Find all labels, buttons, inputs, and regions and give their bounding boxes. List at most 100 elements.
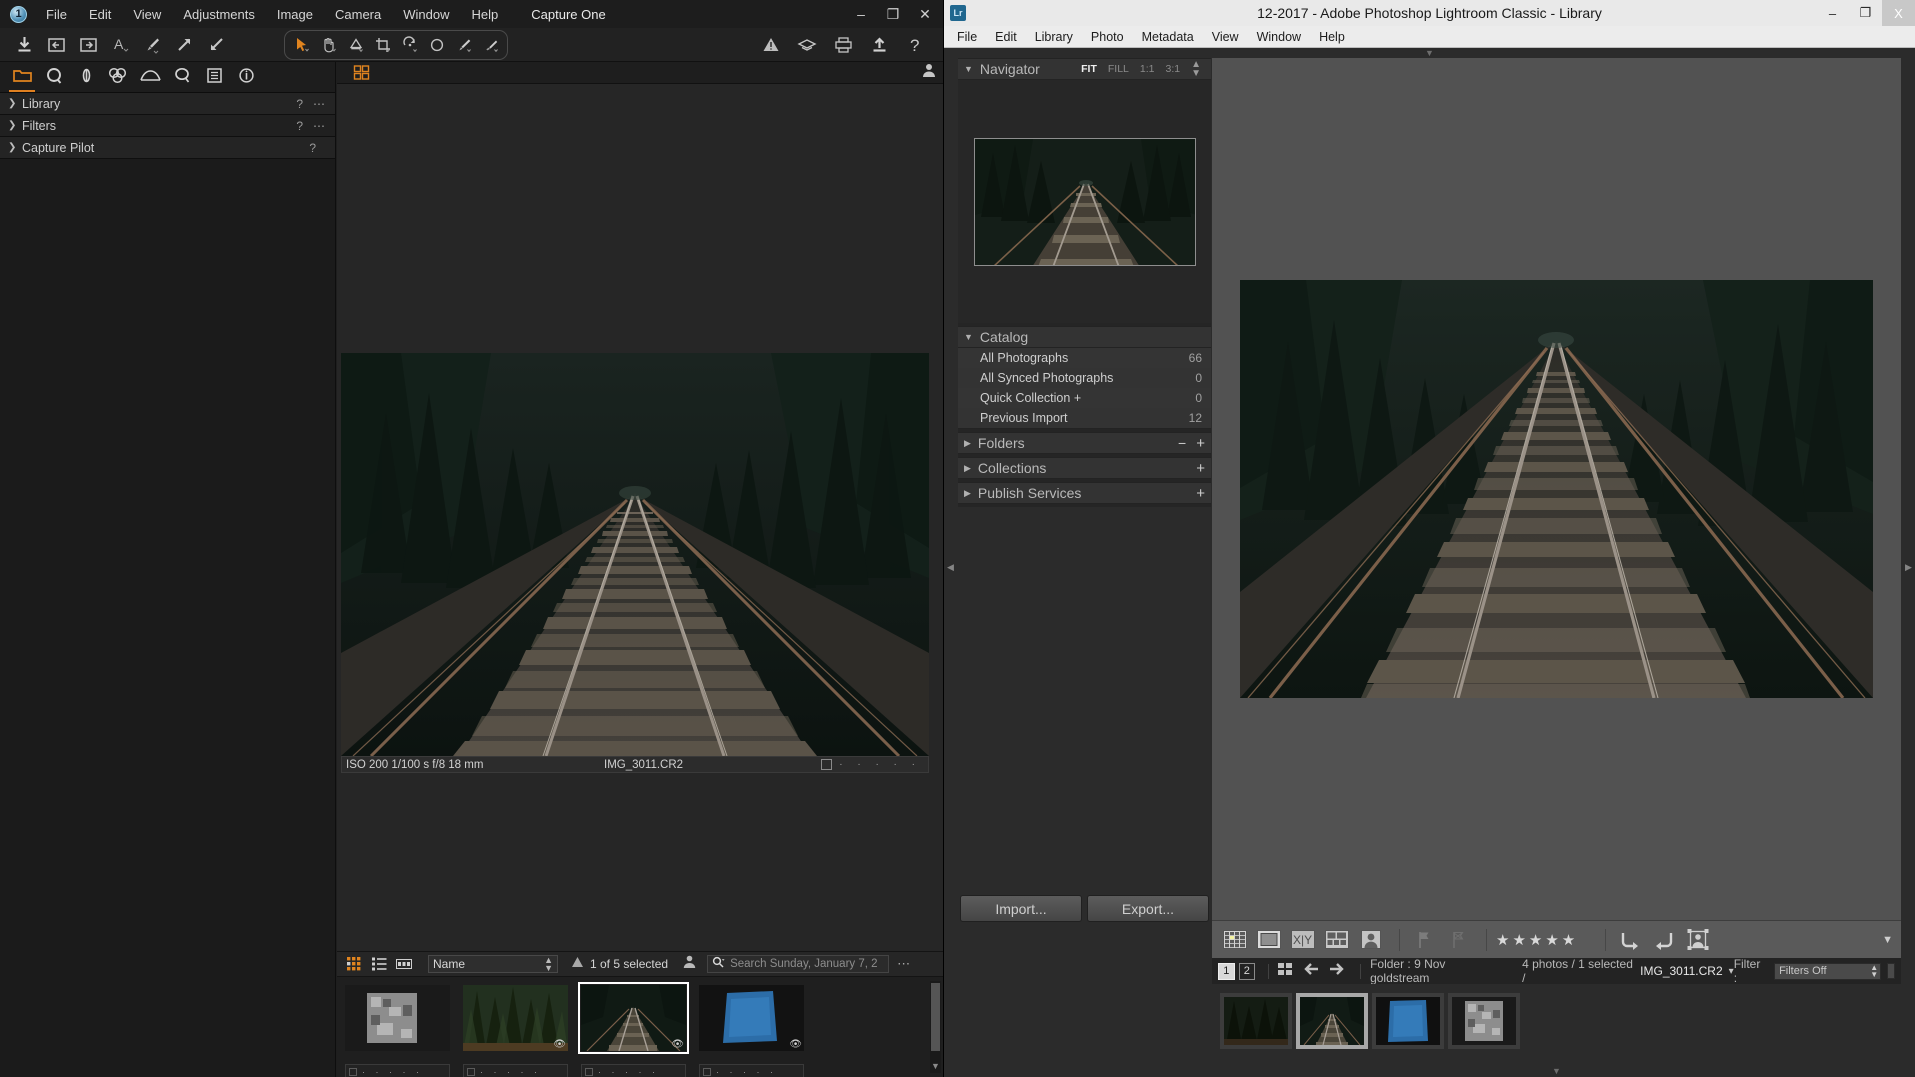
- target-adjust-icon[interactable]: [1683, 928, 1713, 951]
- filter-select[interactable]: Filters Off ▲ ▼: [1774, 962, 1882, 980]
- user-icon[interactable]: [682, 954, 697, 974]
- menu-camera[interactable]: Camera: [324, 4, 392, 25]
- filmstrip-scrollbar[interactable]: ▼: [930, 981, 941, 1073]
- white-balance-picker-icon[interactable]: [342, 32, 369, 58]
- page-button-2[interactable]: 2: [1238, 962, 1256, 980]
- add-publish-service-icon[interactable]: +: [1196, 485, 1205, 502]
- navigator-image[interactable]: [973, 137, 1196, 266]
- menu-library[interactable]: Library: [1026, 28, 1082, 46]
- remove-folder-icon[interactable]: −: [1178, 435, 1186, 451]
- view-variant-icon[interactable]: 👁: [553, 1039, 566, 1050]
- capture-one-viewer[interactable]: ISO 200 1/100 s f/8 18 mm IMG_3011.CR2 ·…: [337, 84, 943, 951]
- survey-view-icon[interactable]: [1322, 928, 1352, 951]
- lightroom-bottom-panel-handle[interactable]: ▼: [1212, 1065, 1901, 1077]
- arrow-down-left-icon[interactable]: [202, 32, 230, 58]
- add-collection-icon[interactable]: +: [1196, 460, 1205, 477]
- menu-metadata[interactable]: Metadata: [1133, 28, 1203, 46]
- menu-adjustments[interactable]: Adjustments: [172, 4, 266, 25]
- compare-view-icon[interactable]: X|Y: [1288, 928, 1318, 951]
- arrow-right-icon[interactable]: [1329, 962, 1345, 981]
- page-button-1[interactable]: 1: [1218, 962, 1235, 980]
- maximize-button[interactable]: ❐: [1849, 0, 1882, 26]
- grid-icon[interactable]: [1278, 962, 1293, 981]
- menu-file[interactable]: File: [948, 28, 986, 46]
- filter-toggle-handle[interactable]: [1887, 963, 1895, 979]
- catalog-row-all-photographs[interactable]: All Photographs 66: [958, 348, 1211, 368]
- flag-reject-icon[interactable]: [1443, 928, 1473, 951]
- triangle-right-icon[interactable]: ▶: [964, 438, 971, 449]
- filmstrip-item-selected[interactable]: [1296, 993, 1368, 1049]
- menu-help[interactable]: Help: [1310, 28, 1354, 46]
- import-icon[interactable]: [10, 32, 38, 58]
- annotation-text-icon[interactable]: A: [106, 32, 134, 58]
- batch-icon[interactable]: [793, 32, 821, 58]
- help-icon[interactable]: ?: [309, 141, 316, 155]
- filmstrip-item[interactable]: [1448, 993, 1520, 1049]
- cursor-select-icon[interactable]: [288, 32, 315, 58]
- menu-photo[interactable]: Photo: [1082, 28, 1133, 46]
- help-icon[interactable]: ?: [901, 32, 929, 58]
- star-rating[interactable]: · · · · ·: [480, 1067, 541, 1077]
- catalog-row-previous-import[interactable]: Previous Import 12: [958, 408, 1211, 428]
- menu-help[interactable]: Help: [461, 4, 510, 25]
- grid-view-icon[interactable]: [347, 60, 375, 86]
- scrollbar-thumb[interactable]: [931, 983, 940, 1051]
- filmstrip-item[interactable]: 👁 · · · · · IMG_3025.CR2: [699, 985, 804, 1077]
- lightroom-top-panel-handle[interactable]: ▼: [944, 48, 1915, 58]
- publish-services-header[interactable]: ▶ Publish Services +: [958, 482, 1211, 504]
- filmstrip-item-selected[interactable]: 👁 · · · · · IMG_3011.CR2: [578, 982, 689, 1077]
- list-view-icon[interactable]: [368, 955, 390, 973]
- color-tag-swatch[interactable]: [467, 1067, 475, 1076]
- loupe-view-icon[interactable]: [1254, 928, 1284, 951]
- navigator-header[interactable]: ▼ Navigator FIT FILL 1:1 3:1 ▲ ▼: [958, 58, 1211, 80]
- sort-select[interactable]: Name ▲ ▼: [428, 955, 558, 973]
- tool-tab-library[interactable]: [6, 62, 38, 92]
- arrow-left-icon[interactable]: [1303, 962, 1319, 981]
- menu-file[interactable]: File: [35, 4, 78, 25]
- star-rating[interactable]: · · · · ·: [839, 759, 924, 770]
- thumbnail-blue[interactable]: 👁: [699, 985, 804, 1051]
- zoom-1-1[interactable]: 1:1: [1140, 63, 1155, 75]
- star-rating-control[interactable]: ★★★★★: [1496, 931, 1596, 949]
- star-rating[interactable]: · · · · ·: [716, 1067, 777, 1077]
- catalog-row-all-synced-photographs[interactable]: All Synced Photographs 0: [958, 368, 1211, 388]
- menu-view[interactable]: View: [122, 4, 172, 25]
- rotate-icon[interactable]: [396, 32, 423, 58]
- color-tag-swatch[interactable]: [349, 1067, 357, 1076]
- star-rating[interactable]: · · · · ·: [362, 1067, 423, 1077]
- brush-icon[interactable]: [138, 32, 166, 58]
- menu-view[interactable]: View: [1203, 28, 1248, 46]
- add-folder-icon[interactable]: +: [1196, 435, 1205, 452]
- minimize-button[interactable]: –: [845, 1, 877, 27]
- triangle-down-icon[interactable]: ▼: [964, 64, 973, 74]
- grid-view-icon[interactable]: [1220, 928, 1250, 951]
- minimize-button[interactable]: –: [1816, 0, 1849, 26]
- arrow-up-right-icon[interactable]: [170, 32, 198, 58]
- thumbnail-blue[interactable]: [1376, 997, 1440, 1045]
- warning-icon[interactable]: [757, 32, 785, 58]
- folders-header[interactable]: ▶ Folders − +: [958, 432, 1211, 454]
- thumbnail-grayscale[interactable]: [1452, 997, 1516, 1045]
- collections-header[interactable]: ▶ Collections +: [958, 457, 1211, 479]
- thumbnail-forest[interactable]: 👁: [463, 985, 568, 1051]
- grid-view-icon[interactable]: [343, 955, 365, 973]
- triangle-right-icon[interactable]: ▶: [964, 463, 971, 474]
- export-button[interactable]: Export...: [1087, 895, 1209, 922]
- panel-row-capture-pilot[interactable]: ❯ Capture Pilot ?: [0, 137, 335, 159]
- color-tag-swatch[interactable]: [703, 1067, 711, 1076]
- panel-menu-icon[interactable]: ⋯: [313, 97, 326, 111]
- close-button[interactable]: X: [1882, 0, 1915, 26]
- star-rating[interactable]: · · · · ·: [598, 1067, 659, 1077]
- filmstrip-view-icon[interactable]: [393, 955, 415, 973]
- lightroom-loupe-view[interactable]: [1212, 58, 1901, 920]
- import-button[interactable]: Import...: [960, 895, 1082, 922]
- zoom-stepper-icon[interactable]: ▲ ▼: [1191, 60, 1201, 79]
- lightroom-left-panel-handle[interactable]: ◀: [944, 58, 957, 1077]
- menu-edit[interactable]: Edit: [78, 4, 122, 25]
- next-capture-icon[interactable]: [74, 32, 102, 58]
- menu-window[interactable]: Window: [1248, 28, 1310, 46]
- thumbnail-dark-forest[interactable]: [1224, 997, 1288, 1045]
- pan-hand-icon[interactable]: [315, 32, 342, 58]
- tool-tab-quick[interactable]: [38, 62, 70, 92]
- triangle-down-icon[interactable]: ▼: [964, 332, 973, 342]
